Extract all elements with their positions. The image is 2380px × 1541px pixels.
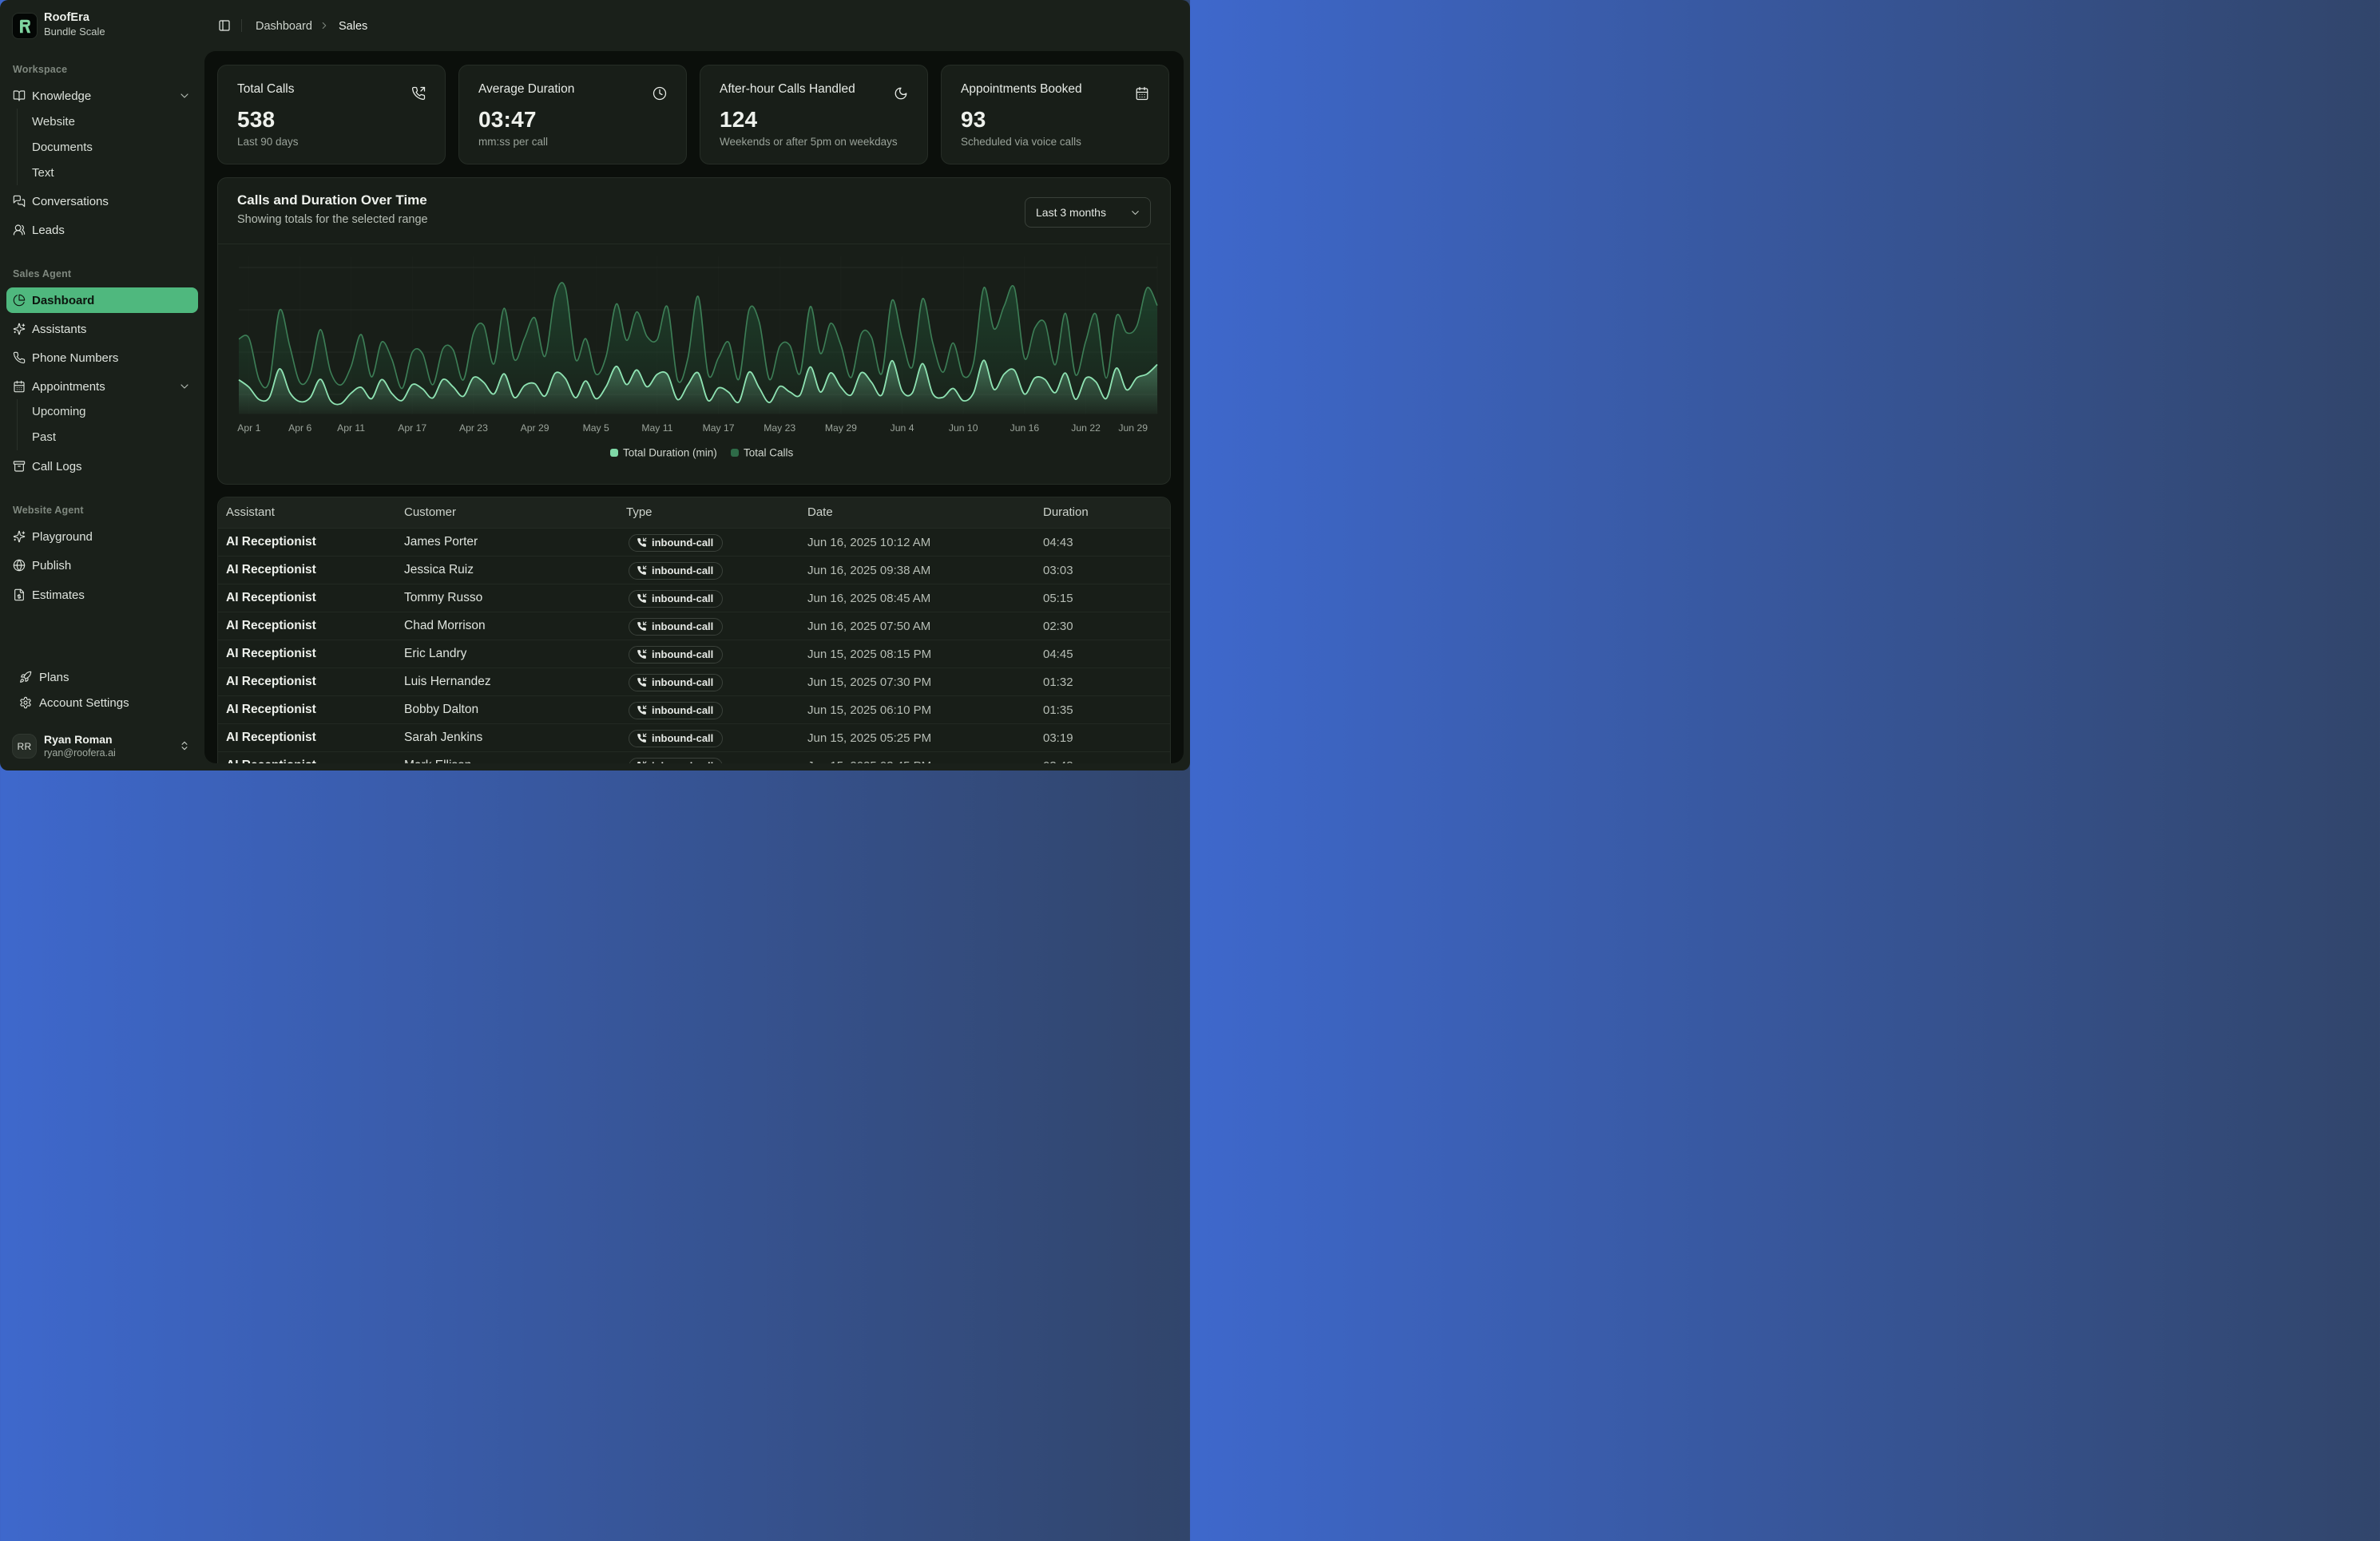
svg-text:May 17: May 17 [703, 422, 735, 434]
svg-text:Apr 1: Apr 1 [237, 422, 260, 434]
svg-text:Total Duration (min): Total Duration (min) [623, 447, 717, 459]
svg-text:Total Calls: Total Calls [744, 447, 794, 459]
svg-text:Apr 17: Apr 17 [398, 422, 426, 434]
svg-text:May 29: May 29 [825, 422, 857, 434]
svg-text:May 5: May 5 [583, 422, 609, 434]
svg-text:May 23: May 23 [764, 422, 795, 434]
svg-text:Jun 29: Jun 29 [1118, 422, 1148, 434]
svg-text:Jun 4: Jun 4 [891, 422, 914, 434]
svg-text:Jun 10: Jun 10 [949, 422, 978, 434]
svg-text:Apr 6: Apr 6 [288, 422, 311, 434]
svg-text:Jun 22: Jun 22 [1071, 422, 1101, 434]
svg-text:Apr 23: Apr 23 [459, 422, 488, 434]
svg-text:May 11: May 11 [641, 422, 672, 434]
svg-text:Apr 11: Apr 11 [337, 422, 365, 434]
svg-text:Apr 29: Apr 29 [521, 422, 549, 434]
svg-text:Jun 16: Jun 16 [1010, 422, 1040, 434]
